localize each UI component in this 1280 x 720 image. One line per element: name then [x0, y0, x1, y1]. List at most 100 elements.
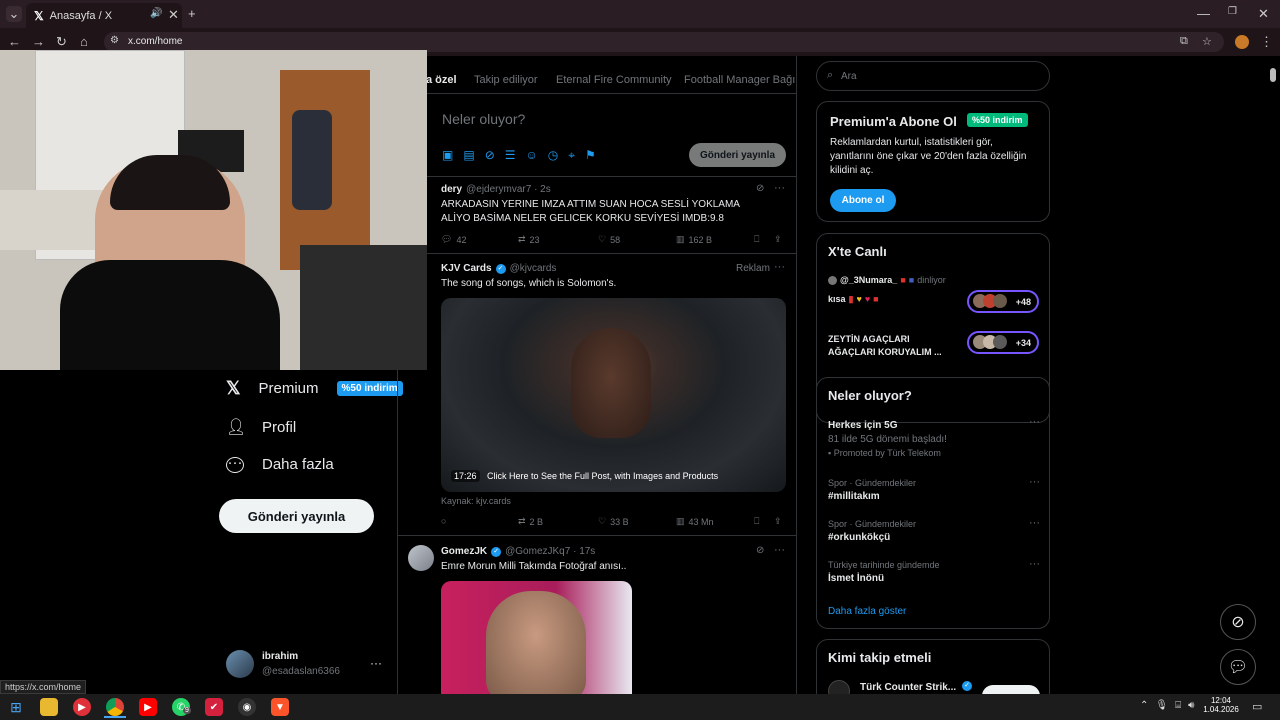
grok-icon[interactable]: ⊘	[485, 148, 495, 163]
share-icon[interactable]: ⇪	[774, 234, 782, 245]
tweet[interactable]: dery @ejderymvar7 · 2s ⊘ ··· ARKADASIN YE…	[398, 177, 796, 253]
trend-more-icon[interactable]: ···	[1029, 476, 1040, 488]
account-menu-icon[interactable]: ···	[370, 656, 382, 670]
ad-source[interactable]: Kaynak: kjv.cards	[441, 496, 511, 506]
tweet-more-icon[interactable]: ···	[774, 182, 785, 194]
chrome-icon[interactable]	[106, 698, 124, 716]
system-tray[interactable]: ⌃ 🎙︎ ⌸ 🔊︎	[1140, 700, 1194, 711]
more-circle-icon: ···	[226, 453, 244, 473]
views-button[interactable]: ▥ 162 B	[676, 234, 712, 245]
sidebar-post-button[interactable]: Gönderi yayınla	[219, 499, 374, 533]
trend-more-icon[interactable]: ···	[1029, 416, 1040, 428]
live-space-listeners[interactable]: +34	[967, 331, 1039, 354]
views-button[interactable]: ▥ 43 Mn	[676, 516, 714, 527]
tweet-author[interactable]: dery	[441, 184, 462, 195]
file-explorer-icon[interactable]	[40, 698, 58, 716]
search-field[interactable]: ⌕ Ara	[816, 61, 1050, 91]
tab-list-icon[interactable]: ⌄	[6, 6, 22, 22]
tweet-image[interactable]	[441, 581, 632, 694]
clock[interactable]: 12:04 1.04.2026	[1203, 696, 1239, 714]
tweet-more-icon[interactable]: ···	[774, 544, 785, 556]
minimize-icon[interactable]: —	[1197, 6, 1210, 21]
show-more-link[interactable]: Daha fazla göster	[828, 606, 906, 617]
emoji-icon[interactable]: ☺	[526, 148, 538, 163]
ad-tweet[interactable]: KJV Cards ✓ @kjvcards Reklam ··· The song …	[398, 254, 796, 535]
trend-item[interactable]: Herkes için 5G 81 ilde 5G dönemi başladı…	[828, 416, 1040, 458]
notification-icon[interactable]: ▭	[1252, 700, 1262, 713]
media-player-icon[interactable]: ▶	[73, 698, 91, 716]
retweet-button[interactable]: ⇄ 23	[518, 234, 540, 245]
windows-start-icon[interactable]: ⊞	[7, 698, 25, 716]
brave-icon[interactable]: ▼	[271, 698, 289, 716]
tab-title: Anasayfa / X	[49, 9, 113, 22]
tab-eternal-fire: Eternal Fire Community	[556, 74, 672, 86]
live-host[interactable]: @_3Numara_ ■ ■ dinliyor	[828, 275, 946, 285]
install-app-icon[interactable]: ⧉	[1180, 35, 1188, 48]
grok-icon[interactable]: ⊘	[756, 545, 764, 556]
like-button[interactable]: ♡ 58	[598, 234, 620, 245]
profile-avatar-icon[interactable]	[1235, 35, 1249, 49]
tweet-more-icon[interactable]: ···	[774, 261, 785, 273]
browser-menu-icon[interactable]: ⋮	[1260, 34, 1273, 50]
messages-float-icon[interactable]: 💬︎	[1220, 649, 1256, 685]
trend-item[interactable]: Türkiye tarihinde gündemde İsmet İnönü ·…	[828, 558, 1040, 584]
tweet-author[interactable]: GomezJK	[441, 546, 487, 557]
reload-icon[interactable]: ↻	[56, 34, 67, 50]
trend-more-icon[interactable]: ···	[1029, 558, 1040, 570]
url-field[interactable]: ⚙ x.com/home ⧉ ☆	[104, 32, 1224, 52]
schedule-icon[interactable]: ◷	[548, 148, 558, 163]
compose-input[interactable]: Neler oluyor?	[442, 111, 525, 127]
window-close-icon[interactable]: ✕	[1258, 6, 1269, 22]
tweet[interactable]: GomezJK ✓ @GomezJKq7 · 17s ⊘ ··· Emre Moru…	[398, 536, 796, 694]
sidebar-item-profile[interactable]: 👤︎ Profil	[226, 417, 296, 437]
sidebar-item-premium[interactable]: 𝕏 Premium %50 indirim	[226, 378, 403, 399]
home-icon[interactable]: ⌂	[80, 34, 88, 49]
location-icon[interactable]: ⌖	[568, 148, 575, 163]
obs-icon[interactable]: ◉	[238, 698, 256, 716]
trend-more-icon[interactable]: ···	[1029, 517, 1040, 529]
gif-icon[interactable]: ▤	[463, 148, 474, 163]
maximize-icon[interactable]: ❐	[1228, 6, 1237, 17]
new-tab-icon[interactable]: +	[188, 6, 196, 21]
tray-chevron-icon: ⌃	[1140, 700, 1149, 711]
video-caption[interactable]: Click Here to See the Full Post, with Im…	[487, 471, 718, 481]
back-icon[interactable]: ←	[8, 34, 21, 49]
sidebar-item-more[interactable]: ··· Daha fazla	[226, 453, 334, 473]
close-tab-icon[interactable]: ✕	[168, 7, 179, 23]
audio-icon[interactable]: 🔊	[150, 8, 162, 19]
grok-float-icon[interactable]: ⊘	[1220, 604, 1256, 640]
ad-video[interactable]: 17:26 Click Here to See the Full Post, w…	[441, 298, 786, 492]
like-button[interactable]: ♡ 33 B	[598, 516, 629, 527]
youtube-icon[interactable]: ▶	[139, 698, 157, 716]
compose-post-button[interactable]: Gönderi yayınla	[689, 143, 786, 167]
site-info-icon[interactable]: ⚙	[110, 35, 119, 46]
tweet-author[interactable]: KJV Cards	[441, 263, 492, 274]
grok-icon[interactable]: ⊘	[756, 183, 764, 194]
flag-icon[interactable]: ⚑	[585, 148, 596, 163]
tweet-handle: @kjvcards	[509, 263, 557, 274]
image-icon[interactable]: ▣	[442, 148, 453, 163]
bookmark-star-icon[interactable]: ☆	[1202, 35, 1212, 48]
reply-button[interactable]: 💬︎ 42	[441, 234, 466, 245]
reply-icon[interactable]: ○	[441, 516, 446, 526]
bookmark-icon[interactable]: ⎕	[754, 516, 759, 527]
live-space-title[interactable]: kısa ▮ ♥ ♥ ■	[828, 294, 879, 305]
live-space-title[interactable]: ZEYTİN AGAÇLARI AĞAÇLARI KORUYALIM ...	[828, 333, 958, 359]
share-icon[interactable]: ⇪	[774, 516, 782, 527]
bookmark-icon[interactable]: ⎕	[754, 234, 759, 245]
trend-item[interactable]: Spor · Gündemdekiler #millitakım ···	[828, 476, 1040, 502]
trend-item[interactable]: Spor · Gündemdekiler #orkunkökçü ···	[828, 517, 1040, 543]
live-space-listeners[interactable]: +48	[967, 290, 1039, 313]
monitor-shape	[300, 245, 427, 370]
browser-tab[interactable]: 𝕏 Anasayfa / X 🔊 ✕	[26, 3, 182, 28]
page-scrollbar-thumb[interactable]	[1270, 68, 1276, 82]
premium-discount-badge: %50 indirim	[336, 381, 403, 396]
suggested-name[interactable]: Türk Counter Strik...	[860, 682, 956, 693]
poll-icon[interactable]: ☰	[505, 148, 516, 163]
forward-icon[interactable]: →	[32, 34, 45, 49]
user-avatar[interactable]	[226, 650, 254, 678]
retweet-button[interactable]: ⇄ 2 B	[518, 516, 543, 527]
author-avatar[interactable]	[408, 545, 434, 571]
subscribe-button[interactable]: Abone ol	[830, 189, 896, 212]
app-icon[interactable]: ✔	[205, 698, 223, 716]
